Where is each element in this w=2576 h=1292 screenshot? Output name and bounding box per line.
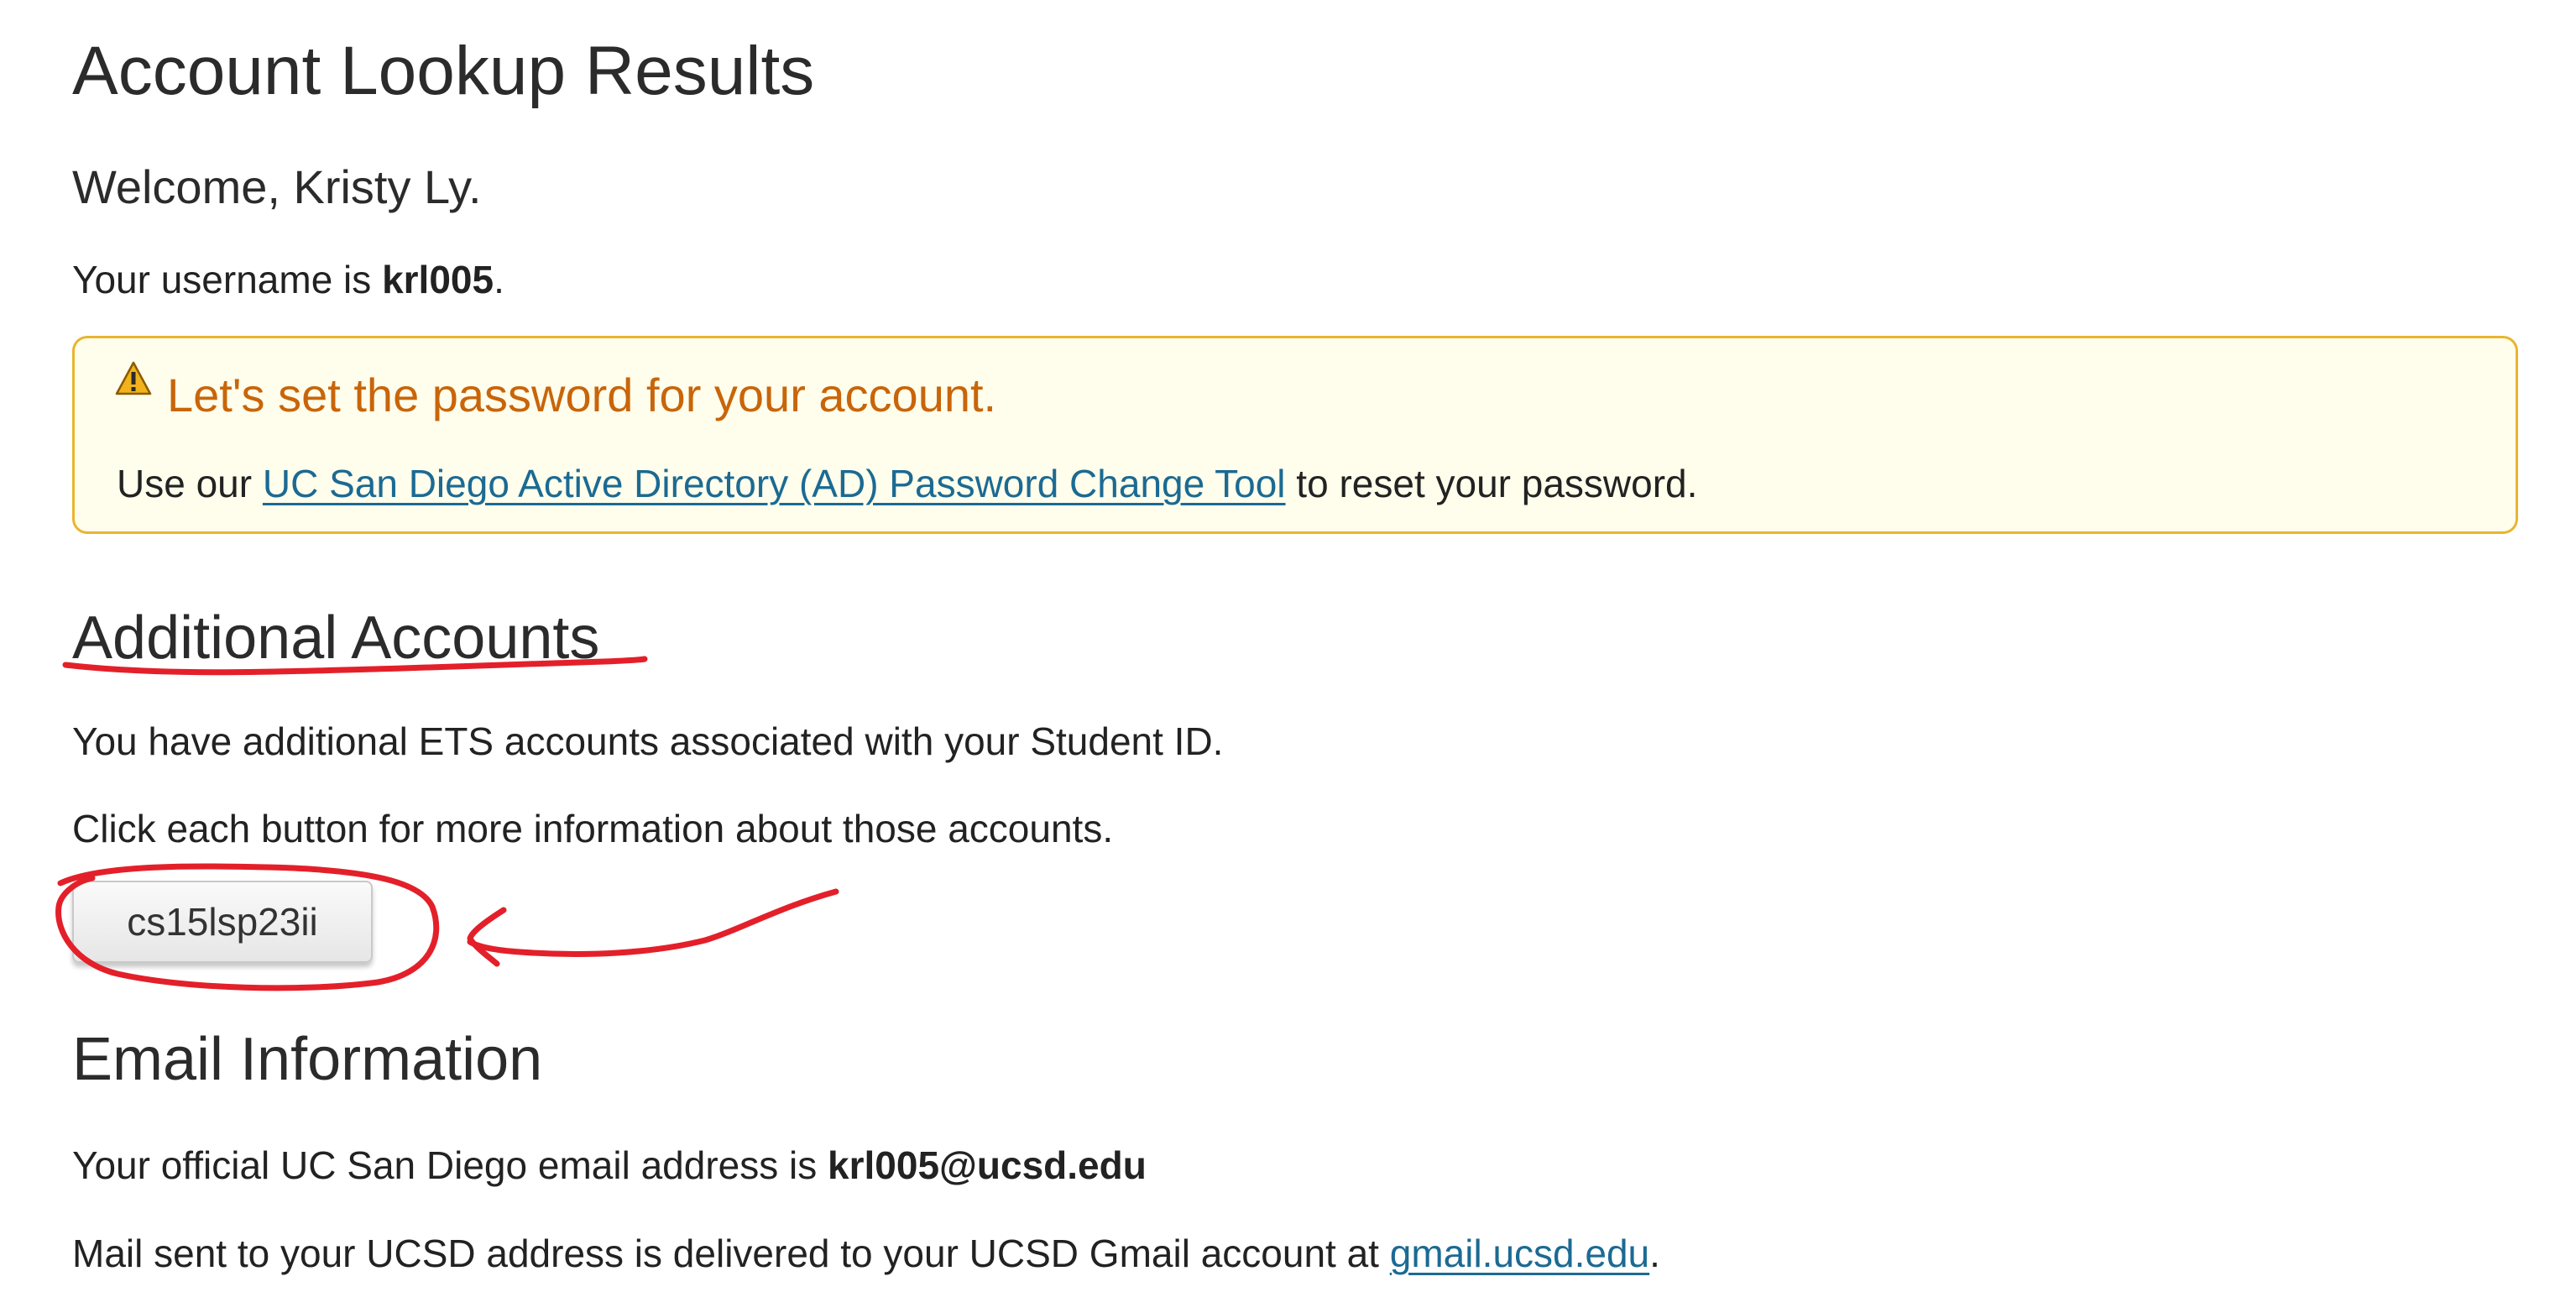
gmail-link[interactable]: gmail.ucsd.edu [1390,1232,1649,1275]
password-change-tool-link[interactable]: UC San Diego Active Directory (AD) Passw… [263,462,1286,505]
alert-body-suffix: to reset your password. [1285,462,1698,505]
pointer-arrow-annotation [467,888,839,957]
username-prefix: Your username is [72,258,383,301]
additional-accounts-instructions: Click each button for more information a… [72,807,1114,850]
alert-body: Use our UC San Diego Active Directory (A… [117,464,1697,503]
warning-icon [115,361,152,395]
gmail-delivery-prefix: Mail sent to your UCSD address is delive… [72,1232,1390,1275]
email-information-heading: Email Information [72,1026,543,1093]
account-button-cs15lsp23ii[interactable]: cs15lsp23ii [72,881,373,963]
gmail-delivery-suffix: . [1649,1232,1660,1275]
page-title: Account Lookup Results [72,33,815,109]
alert-body-prefix: Use our [117,462,263,505]
official-email-address: krl005@ucsd.edu [828,1143,1147,1187]
username-value: krl005 [382,258,494,301]
alert-title: Let's set the password for your account. [167,369,997,421]
account-lookup-page: Account Lookup Results Welcome, Kristy L… [0,0,2576,1292]
username-suffix: . [494,258,504,301]
pointer-arrowhead-annotation [467,907,507,967]
welcome-message: Welcome, Kristy Ly. [72,160,482,213]
official-email-line: Your official UC San Diego email address… [72,1146,1147,1185]
additional-accounts-heading: Additional Accounts [72,604,600,672]
additional-accounts-description: You have additional ETS accounts associa… [72,719,1224,763]
password-alert: Let's set the password for your account.… [72,336,2518,534]
username-line: Your username is krl005. [72,260,504,299]
gmail-delivery-line: Mail sent to your UCSD address is delive… [72,1234,1660,1273]
official-email-prefix: Your official UC San Diego email address… [72,1143,828,1187]
